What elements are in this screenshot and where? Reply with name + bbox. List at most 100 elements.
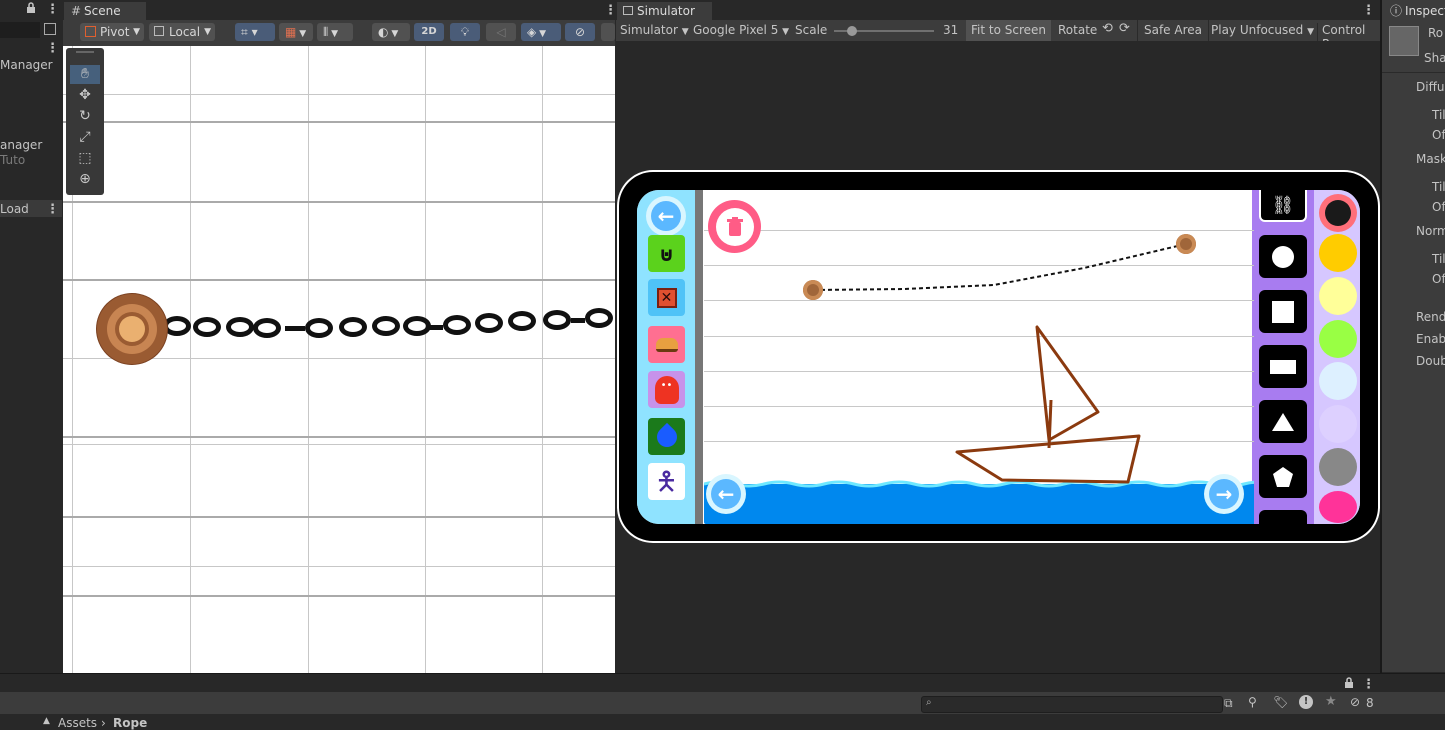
rotate-tool-icon[interactable]: ↻	[70, 107, 100, 126]
water-drop-icon	[652, 422, 681, 451]
color-swatch-selected[interactable]	[1319, 194, 1357, 232]
scale-slider[interactable]	[834, 26, 934, 36]
magnet-button[interactable]: ⊍	[648, 235, 685, 272]
circle-shape-button[interactable]	[1259, 235, 1307, 278]
favorite-star-icon[interactable]: ★	[1325, 694, 1337, 709]
extra-shape-button[interactable]	[1259, 510, 1307, 524]
hidden-eye-icon: ⊘	[574, 25, 586, 39]
project-search-input[interactable]: ⌕	[921, 696, 1223, 713]
mode-2d-toggle[interactable]: 2D	[414, 23, 444, 41]
grid-snap-toggle[interactable]: ▦ ▼	[279, 23, 313, 41]
color-swatch[interactable]	[1319, 448, 1357, 486]
view-dropdown[interactable]: Simulator ▼	[620, 23, 689, 37]
rotate-label: Rotate	[1058, 23, 1098, 37]
rope-pin-left[interactable]	[803, 280, 823, 300]
hierarchy-menu-icon[interactable]: ⋮	[46, 3, 59, 17]
scale-label: Scale	[795, 23, 828, 37]
safe-area-toggle[interactable]: Safe Area	[1137, 20, 1209, 41]
transform-tool-icon[interactable]: ⊕	[70, 170, 100, 189]
chain-link	[403, 316, 431, 336]
trash-button[interactable]	[708, 200, 761, 253]
chevron-down-icon: ▼	[1307, 27, 1314, 37]
local-dropdown[interactable]: Local ▼	[149, 23, 215, 41]
label-icon[interactable]: 🏷︎	[1273, 695, 1288, 709]
tab-simulator[interactable]: Simulator	[617, 2, 712, 20]
device-label: Google Pixel 5	[693, 23, 779, 37]
visibility-toggle[interactable]: ⊘	[565, 23, 595, 41]
rotate-left-icon[interactable]: ⟲	[1102, 21, 1113, 36]
hand-tool-icon[interactable]: ✋︎	[70, 65, 100, 84]
search-by-type-icon[interactable]: ⧉	[1224, 696, 1233, 711]
control-panel-button[interactable]: Control Pa	[1317, 23, 1380, 41]
hierarchy-item-anager[interactable]: anager	[0, 138, 42, 152]
breadcrumb-separator-icon: ›	[101, 716, 106, 730]
scale-tool-icon[interactable]: ⤢	[70, 128, 100, 147]
monster-button[interactable]: ••	[648, 371, 685, 408]
burger-button[interactable]	[648, 326, 685, 363]
color-swatch[interactable]	[1319, 277, 1357, 315]
hierarchy-search[interactable]	[0, 22, 40, 38]
move-tool-icon[interactable]: ✥	[70, 86, 100, 105]
color-swatch[interactable]	[1319, 491, 1357, 523]
chain-shape-button[interactable]: ⛓︎	[1259, 190, 1307, 222]
color-swatch[interactable]	[1319, 320, 1357, 358]
fit-to-screen-button[interactable]: Fit to Screen	[966, 20, 1051, 41]
play-mode-dropdown[interactable]: Play Unfocused ▼	[1211, 23, 1314, 37]
next-page-button[interactable]: →	[1204, 474, 1244, 514]
grid-line	[425, 46, 426, 673]
square-shape-button[interactable]	[1259, 290, 1307, 333]
breadcrumb-assets[interactable]: Assets	[58, 716, 97, 730]
lightbulb-icon: 💡︎	[460, 25, 470, 39]
hidden-packages-icon[interactable]: ⊘	[1350, 695, 1360, 709]
rope-anchor[interactable]	[97, 294, 167, 364]
crate-button[interactable]: ✕	[648, 279, 685, 316]
hierarchy-item-tuto[interactable]: Tuto	[0, 153, 25, 167]
device-dropdown[interactable]: Google Pixel 5 ▼	[693, 23, 789, 37]
tab-scene[interactable]: # Scene	[64, 2, 146, 20]
rect-tool-icon[interactable]: ⬚	[70, 149, 100, 168]
color-swatch[interactable]	[1319, 234, 1357, 272]
color-swatch[interactable]	[1319, 362, 1357, 400]
project-menu-icon[interactable]: ⋮	[1362, 678, 1375, 692]
color-swatch[interactable]	[1319, 405, 1357, 443]
trash-icon	[715, 207, 754, 246]
hierarchy-item-load[interactable]: Load	[0, 202, 29, 216]
log-icon[interactable]: !	[1299, 695, 1313, 709]
hierarchy-item-manager[interactable]: Manager	[0, 58, 53, 72]
rect-shape-button[interactable]	[1259, 345, 1307, 388]
scale-slider-thumb[interactable]	[847, 26, 857, 36]
filter-by-type-icon[interactable]: ⚲	[1248, 695, 1257, 709]
simulator-menu-icon[interactable]: ⋮	[1362, 4, 1375, 18]
scene-viewport[interactable]	[63, 46, 615, 673]
audio-toggle[interactable]: ◁	[486, 23, 516, 41]
increment-snap-toggle[interactable]: ⦀ ▼	[317, 23, 353, 41]
effects-dropdown[interactable]: ◈ ▼	[521, 23, 561, 41]
scene-row-menu-icon[interactable]: ⋮	[46, 203, 59, 217]
grid-icon: #	[71, 4, 82, 18]
project-lock-icon[interactable]	[1344, 677, 1354, 692]
search-scope-icon[interactable]	[44, 23, 56, 35]
pentagon-shape-icon	[1273, 466, 1293, 487]
grid-line	[63, 516, 615, 518]
person-button[interactable]: 🯅	[648, 463, 685, 500]
pentagon-shape-button[interactable]	[1259, 455, 1307, 498]
grid-line	[63, 436, 615, 438]
prev-page-button[interactable]: ←	[706, 474, 746, 514]
pivot-dropdown[interactable]: Pivot ▼	[80, 23, 144, 41]
camera-toggle[interactable]	[601, 23, 615, 41]
hierarchy-row-menu-icon[interactable]: ⋮	[46, 42, 59, 56]
triangle-shape-button[interactable]	[1259, 400, 1307, 443]
chain-link	[339, 317, 367, 337]
tab-inspector[interactable]: ⓘ Inspect	[1383, 2, 1445, 20]
shading-mode-dropdown[interactable]: ◐ ▼	[372, 23, 410, 41]
lighting-toggle[interactable]: 💡︎	[450, 23, 480, 41]
rotate-right-icon[interactable]: ⟳	[1119, 21, 1130, 36]
back-button[interactable]: ←	[646, 196, 686, 236]
snap-toggle[interactable]: ⌗ ▾	[235, 23, 275, 41]
inspector-row: Of	[1432, 272, 1445, 286]
water-drop-button[interactable]	[648, 418, 685, 455]
rope-pin-right[interactable]	[1176, 234, 1196, 254]
rope-chain[interactable]	[153, 308, 615, 341]
lock-icon[interactable]	[26, 2, 36, 13]
inspector-divider	[1382, 72, 1445, 73]
